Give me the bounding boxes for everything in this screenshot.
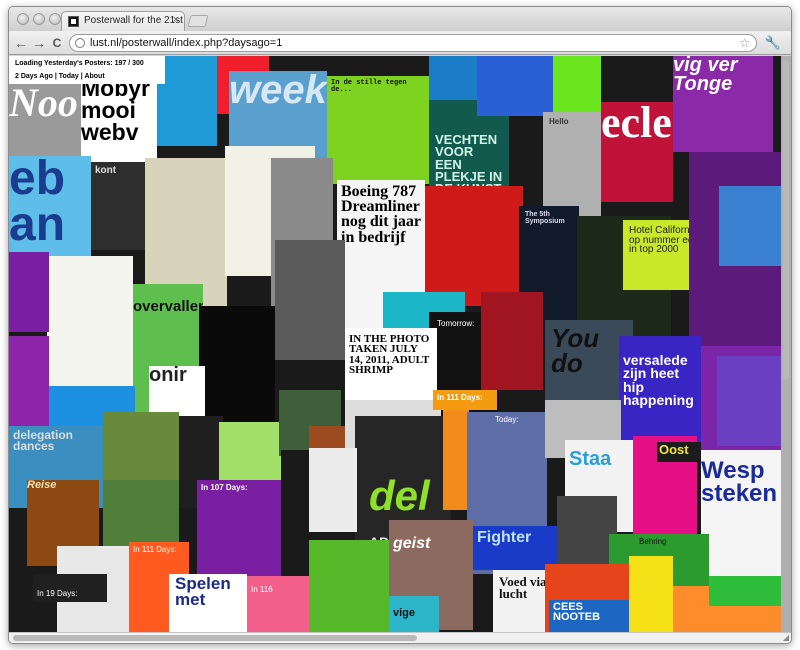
poster-text: delegation dances (13, 428, 74, 454)
link-today[interactable]: Today (59, 73, 79, 80)
poster[interactable] (103, 480, 179, 550)
poster[interactable] (309, 540, 389, 632)
minimize-window-button[interactable] (33, 13, 45, 25)
poster[interactable]: ecle (601, 102, 673, 202)
poster[interactable] (717, 356, 781, 446)
address-bar[interactable]: lust.nl/posterwall/index.php?daysago=1 ☆ (69, 34, 757, 52)
poster-wall: Loading Yesterday's Posters: 197 / 300 2… (9, 56, 791, 632)
title-bar: Posterwall for the 21st Cent × (9, 7, 791, 31)
poster-text: del (369, 476, 430, 519)
browser-window: Posterwall for the 21st Cent × ← → C lus… (8, 6, 792, 644)
poster-text: onir (149, 366, 187, 386)
browser-tab[interactable]: Posterwall for the 21st Cent × (61, 11, 185, 31)
poster[interactable]: In 111 Days: (433, 390, 497, 410)
poster[interactable] (477, 56, 553, 116)
poster-text: kont (95, 165, 117, 176)
poster-text: In 111 Days: (133, 545, 177, 554)
url-text: lust.nl/posterwall/index.php?daysago=1 (90, 37, 283, 49)
horizontal-scroll-thumb[interactable] (13, 635, 417, 641)
close-window-button[interactable] (17, 13, 29, 25)
forward-icon[interactable]: → (31, 34, 47, 52)
link-2-days-ago[interactable]: 2 Days Ago (15, 73, 53, 80)
poster[interactable]: eb an (9, 156, 91, 262)
vertical-scrollbar[interactable] (781, 56, 791, 632)
poster-text: IN THE PHOTO TAKEN JULY 14, 2011, ADULT … (349, 333, 430, 377)
poster-text: Wesp steken (701, 457, 778, 507)
poster[interactable]: Oost (657, 442, 701, 462)
poster[interactable] (275, 240, 345, 360)
resize-handle-icon[interactable]: ◢ (783, 633, 789, 642)
loading-panel: Loading Yesterday's Posters: 197 / 300 2… (9, 56, 165, 84)
poster[interactable] (47, 256, 133, 392)
poster-text: Fighter (477, 529, 532, 546)
poster[interactable] (425, 186, 523, 306)
tab-title: Posterwall for the 21st Cent (84, 15, 184, 26)
poster[interactable] (443, 410, 469, 510)
poster[interactable]: Voed via lucht (493, 570, 553, 632)
poster[interactable] (629, 556, 673, 632)
reload-icon[interactable]: C (49, 34, 65, 52)
zoom-window-button[interactable] (49, 13, 61, 25)
tab-close-icon[interactable]: × (173, 14, 179, 26)
globe-icon (75, 38, 85, 48)
poster-text: Staa (569, 448, 612, 470)
poster[interactable] (709, 576, 781, 606)
poster-text: versalede zijn heet hip happening (623, 352, 694, 408)
poster-text: In 111 Days: (437, 393, 483, 402)
poster-text: Voed via lucht (499, 574, 547, 602)
poster[interactable]: del (369, 476, 439, 526)
poster-text: Reise (27, 480, 57, 491)
poster-text: geist (393, 535, 431, 552)
poster[interactable]: vige (389, 596, 439, 632)
back-icon[interactable]: ← (13, 34, 29, 52)
poster-text: In de stille tegen de... (331, 79, 407, 94)
poster-text: Noo (9, 84, 78, 125)
poster[interactable] (309, 448, 357, 532)
poster-text: Boeing 787 Dreamliner nog dit jaar in be… (341, 183, 421, 246)
poster[interactable]: In 19 Days: (33, 574, 107, 602)
poster-text: In 19 Days: (37, 589, 78, 598)
poster-text: ecle (601, 102, 672, 147)
browser-toolbar: ← → C lust.nl/posterwall/index.php?daysa… (9, 31, 791, 55)
poster-text: You do (551, 323, 600, 378)
poster[interactable] (429, 56, 477, 102)
favicon-icon (68, 16, 79, 27)
horizontal-scrollbar[interactable]: ◢ (9, 632, 791, 643)
day-links: 2 Days Ago | Today | About (15, 73, 159, 80)
poster-text: vige (393, 607, 416, 619)
bookmark-star-icon[interactable]: ☆ (739, 35, 750, 51)
wrench-icon[interactable]: 🔧 (764, 34, 782, 52)
poster[interactable]: CEES NOOTEB (549, 600, 631, 632)
poster-text: Today: (495, 415, 519, 424)
vertical-scroll-thumb[interactable] (783, 60, 789, 380)
poster-text: In 107 Days: (201, 483, 248, 492)
poster-text: Hello (549, 117, 569, 126)
poster[interactable] (557, 496, 617, 572)
poster[interactable]: vig ver Tonge (673, 56, 773, 152)
poster[interactable]: Wesp steken (701, 450, 781, 590)
poster[interactable] (481, 292, 543, 390)
poster[interactable]: kont (91, 162, 151, 250)
link-about[interactable]: About (84, 73, 104, 80)
poster-text: overvallen (133, 298, 203, 315)
poster[interactable] (9, 252, 49, 332)
poster-text: CEES NOOTEB (553, 601, 601, 624)
poster[interactable]: In de stille tegen de... (327, 76, 431, 184)
poster[interactable]: Spelen met (169, 574, 247, 632)
poster-text: Oost (659, 442, 689, 457)
poster[interactable] (719, 186, 781, 266)
poster-text: eb an (9, 156, 66, 251)
poster-text: Spelen met (175, 574, 231, 610)
poster-text: week (229, 71, 327, 112)
poster-text: The 5th Symposium (525, 211, 565, 225)
loading-status: Loading Yesterday's Posters: 197 / 300 (15, 60, 144, 67)
poster[interactable]: In 107 Days: (197, 480, 281, 588)
poster-text: Behring (639, 537, 667, 546)
poster[interactable] (553, 56, 601, 116)
new-tab-button[interactable] (187, 15, 209, 27)
poster-text: vig ver Tonge (673, 56, 738, 95)
poster[interactable] (199, 306, 275, 422)
poster[interactable] (157, 56, 217, 146)
